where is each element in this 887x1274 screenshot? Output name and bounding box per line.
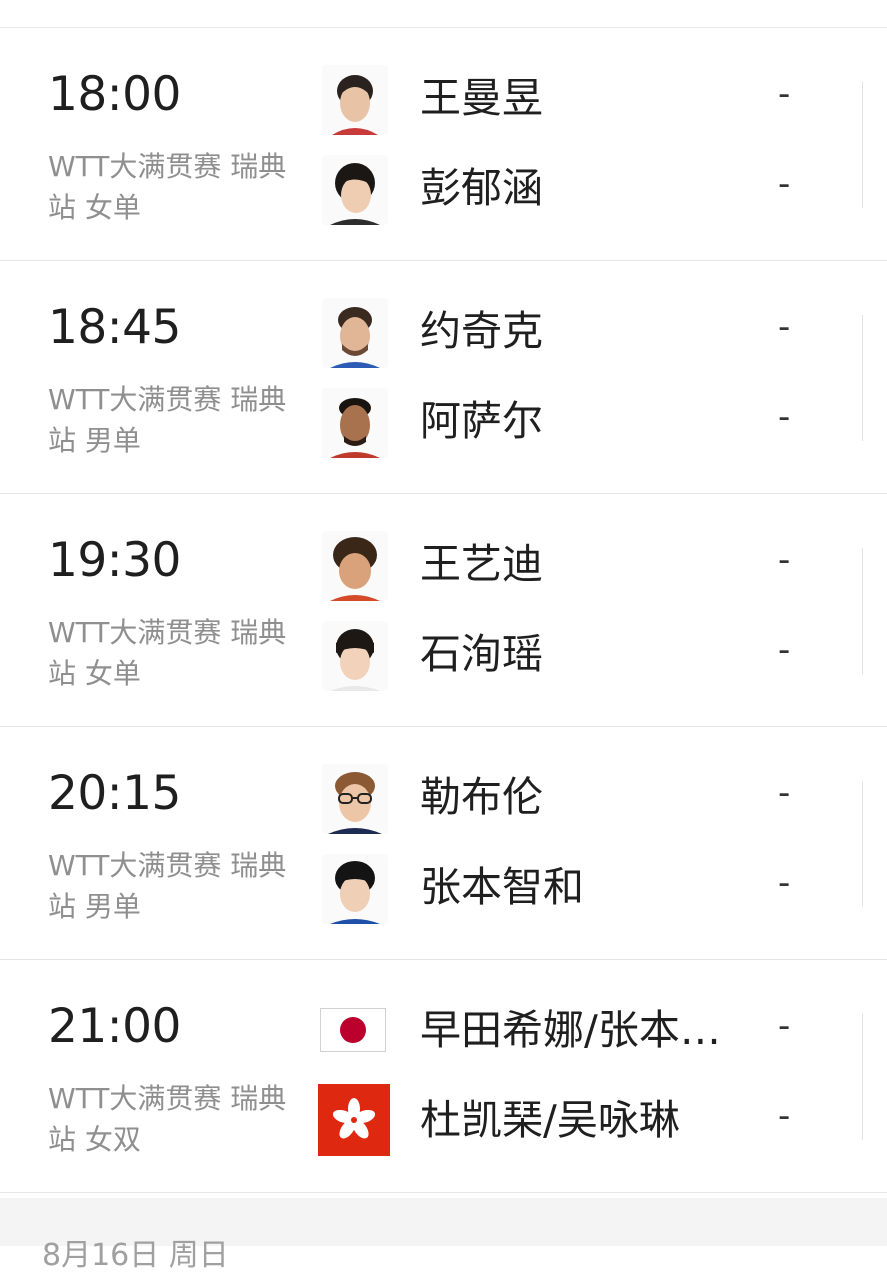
player-score: - — [778, 74, 791, 114]
match-card[interactable]: 18:45 WTT大满贯赛 瑞典站 男单 约奇克 - 阿萨尔 - — [0, 261, 887, 494]
match-card[interactable]: 18:00 WTT大满贯赛 瑞典站 女单 王曼昱 - 彭郁涵 - — [0, 28, 887, 261]
hong-kong-flag-icon — [318, 1084, 390, 1156]
match-list: 18:00 WTT大满贯赛 瑞典站 女单 王曼昱 - 彭郁涵 - 18:45 W… — [0, 28, 887, 1193]
player-score: - — [778, 630, 791, 670]
player-avatar-icon — [322, 298, 388, 368]
player-score: - — [778, 307, 791, 347]
player-avatar-icon — [322, 531, 388, 601]
player-row[interactable]: 张本智和 - — [0, 851, 830, 925]
player-name: 勒布伦 — [420, 773, 543, 821]
player-score: - — [778, 863, 791, 903]
player-name: 阿萨尔 — [420, 397, 543, 445]
player-avatar-icon — [322, 65, 388, 135]
player-name: 石洵瑶 — [420, 630, 543, 678]
player-score: - — [778, 397, 791, 437]
player-avatar-icon — [322, 764, 388, 834]
player-row[interactable]: 约奇克 - — [0, 295, 830, 369]
previous-item-strip — [0, 0, 887, 28]
player-row[interactable]: 王曼昱 - — [0, 62, 830, 136]
match-card[interactable]: 21:00 WTT大满贯赛 瑞典站 女双 早田希娜/张本… - 杜凯琹/吴咏琳 … — [0, 960, 887, 1193]
date-header: 8月16日 周日 — [0, 1198, 887, 1273]
player-row[interactable]: 王艺迪 - — [0, 528, 830, 602]
player-name: 王艺迪 — [420, 540, 543, 588]
player-avatar-icon — [322, 854, 388, 924]
player-avatar-icon — [322, 388, 388, 458]
vertical-divider — [862, 1014, 863, 1140]
player-row[interactable]: 勒布伦 - — [0, 761, 830, 835]
player-row[interactable]: 早田希娜/张本… - — [0, 994, 830, 1068]
vertical-divider — [862, 548, 863, 674]
player-score: - — [778, 1006, 791, 1046]
player-avatar-icon — [322, 155, 388, 225]
player-name: 彭郁涵 — [420, 164, 543, 212]
player-row[interactable]: 杜凯琹/吴咏琳 - — [0, 1084, 830, 1158]
player-score: - — [778, 164, 791, 204]
match-card[interactable]: 19:30 WTT大满贯赛 瑞典站 女单 王艺迪 - 石洵瑶 - — [0, 494, 887, 727]
player-score: - — [778, 540, 791, 580]
japan-flag-icon — [320, 1008, 386, 1052]
player-avatar-icon — [322, 621, 388, 691]
player-name: 早田希娜/张本… — [420, 1006, 721, 1054]
player-row[interactable]: 阿萨尔 - — [0, 385, 830, 459]
player-row[interactable]: 彭郁涵 - — [0, 152, 830, 226]
player-name: 约奇克 — [420, 307, 543, 355]
player-name: 杜凯琹/吴咏琳 — [420, 1096, 680, 1144]
player-score: - — [778, 1096, 791, 1136]
match-card[interactable]: 20:15 WTT大满贯赛 瑞典站 男单 勒布伦 - 张本智和 - — [0, 727, 887, 960]
player-name: 张本智和 — [420, 863, 584, 911]
vertical-divider — [862, 82, 863, 208]
date-header-label: 8月16日 周日 — [42, 1238, 229, 1273]
vertical-divider — [862, 781, 863, 907]
vertical-divider — [862, 315, 863, 441]
player-name: 王曼昱 — [420, 74, 543, 122]
player-row[interactable]: 石洵瑶 - — [0, 618, 830, 692]
player-score: - — [778, 773, 791, 813]
